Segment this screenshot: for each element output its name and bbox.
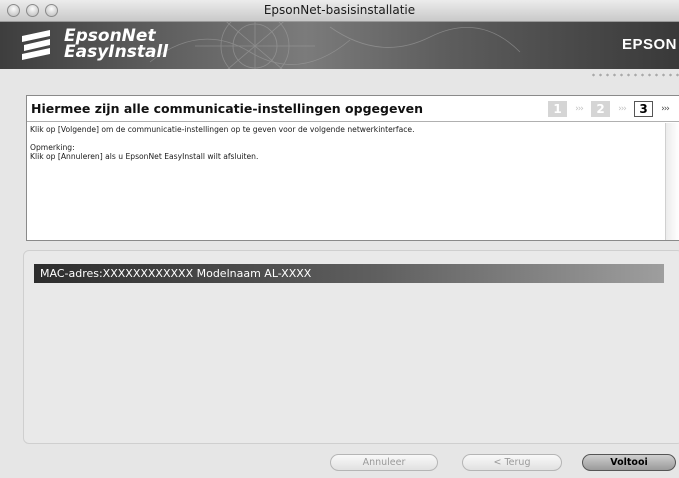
epsonnet-logo-icon	[22, 30, 50, 60]
device-list[interactable]: MAC-adres:XXXXXXXXXXXX Modelnaam AL-XXXX	[23, 250, 679, 444]
step-2: 2	[591, 101, 610, 117]
brand-name: EPSON	[621, 36, 677, 53]
title-bar[interactable]: EpsonNet-basisinstallatie	[0, 0, 679, 22]
device-info: MAC-adres:XXXXXXXXXXXX Modelnaam AL-XXXX	[40, 267, 312, 280]
instruction-text: Klik op [Volgende] om de communicatie-in…	[30, 125, 415, 134]
step-arrow-2: ›››	[618, 104, 627, 114]
step-header: Hiermee zijn alle communicatie-instellin…	[27, 96, 679, 122]
step-3-active: 3	[634, 101, 653, 117]
note-label: Opmerking:	[30, 143, 75, 152]
product-logo-text: EpsonNet EasyInstall	[64, 28, 169, 62]
page-title: Hiermee zijn alle communicatie-instellin…	[31, 101, 423, 116]
step-arrow-1: ›››	[575, 104, 584, 114]
back-button[interactable]: < Terug	[462, 454, 562, 471]
step-indicator: 1 ››› 2 ››› 3 ›››	[548, 100, 675, 118]
logo-line-2: EasyInstall	[64, 42, 169, 62]
window-title: EpsonNet-basisinstallatie	[263, 3, 416, 17]
message-scrollbar[interactable]	[665, 123, 679, 240]
cancel-button[interactable]: Annuleer	[330, 454, 438, 471]
decorative-dots	[590, 72, 679, 78]
note-text: Klik op [Annuleren] als u EpsonNet EasyI…	[30, 152, 259, 161]
step-1: 1	[548, 101, 567, 117]
banner: EpsonNet EasyInstall EPSON	[0, 22, 679, 69]
installer-window: EpsonNet-basisinstallatie EpsonNet EasyI…	[0, 0, 679, 478]
list-item[interactable]: MAC-adres:XXXXXXXXXXXX Modelnaam AL-XXXX	[34, 264, 664, 283]
finish-button[interactable]: Voltooi	[582, 454, 676, 471]
message-panel: Hiermee zijn alle communicatie-instellin…	[26, 95, 679, 241]
step-arrow-3: ›››	[661, 104, 670, 114]
